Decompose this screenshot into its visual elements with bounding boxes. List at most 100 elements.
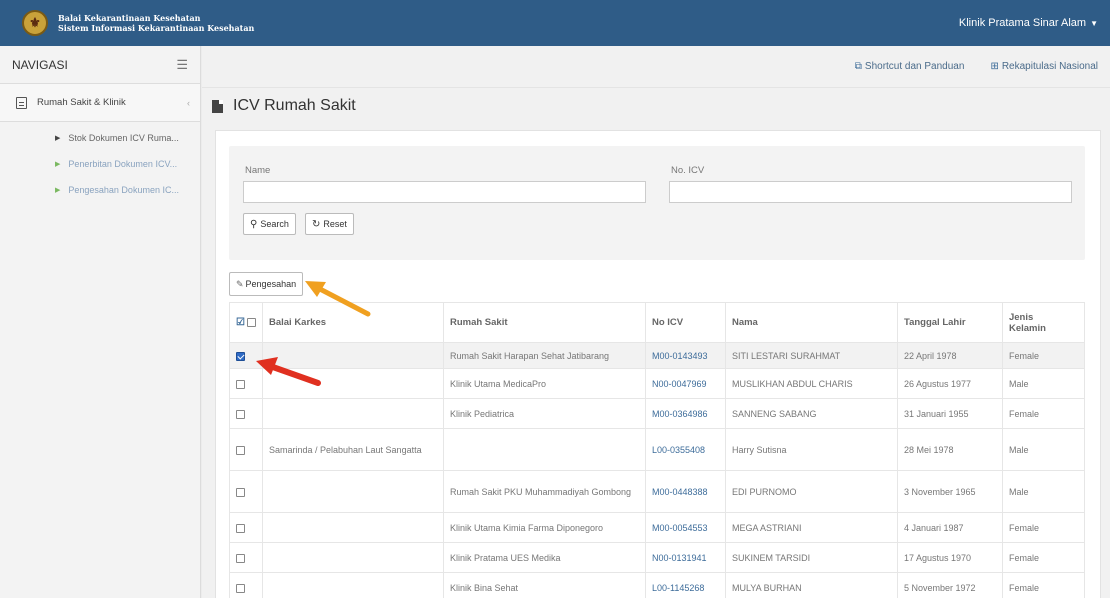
table-body: Rumah Sakit Harapan Sehat Jatibarang M00-… [229,342,1086,598]
cell-jk: Female [1001,512,1086,543]
icv-label: No. ICV [671,165,705,176]
cell-icv[interactable]: M00-0364986 [644,398,726,429]
cell-balai [261,512,444,543]
external-link-icon: ⧉ [854,61,862,72]
table-row[interactable]: Samarinda / Pelabuhan Laut Sangatta L00-0… [229,428,1086,471]
search-button[interactable]: ⚲ Search [243,213,296,235]
pengesahan-button[interactable]: ✎ Pengesahan [229,272,304,296]
cell-icv[interactable]: L00-0355408 [644,428,726,471]
cell-icv[interactable]: M00-0448388 [644,470,726,513]
reset-button-label: Reset [323,219,347,229]
row-checkbox[interactable] [236,487,245,497]
table-header-row: ☑ Balai Karkes Rumah Sakit No ICV Nama T… [229,302,1086,343]
cell-jk: Female [1001,572,1086,598]
table-row[interactable]: Klinik Utama MedicaPro N00-0047969 MUSLIKH… [229,368,1086,399]
cell-tgl: 31 Januari 1955 [896,398,1003,429]
cell-icv[interactable]: N00-0047969 [644,368,726,399]
row-checkbox[interactable] [236,445,245,455]
cell-rs: Klinik Pediatrica [442,398,646,429]
row-checkbox[interactable] [236,553,245,563]
rekap-link[interactable]: ⊞ Rekapitulasi Nasional [990,61,1098,72]
cell-jk: Male [1001,368,1086,399]
row-checkbox[interactable] [236,351,245,361]
user-menu[interactable]: Klinik Pratama Sinar Alam ▼ [959,17,1098,29]
row-checkbox[interactable] [236,379,245,389]
row-select-cell[interactable] [229,368,263,399]
cell-balai [261,572,444,598]
hamburger-icon[interactable]: ☰ [176,57,188,73]
row-select-cell[interactable] [229,572,263,598]
sidebar-item-stok[interactable]: ▶ Stok Dokumen ICV Ruma... [0,125,200,151]
row-select-cell[interactable] [229,512,263,543]
cell-rs: Rumah Sakit Harapan Sehat Jatibarang [442,342,646,369]
col-jk: Jenis Kelamin [1001,302,1086,343]
table-row[interactable]: Rumah Sakit Harapan Sehat Jatibarang M00-… [229,342,1086,369]
row-select-cell[interactable] [229,342,263,369]
pengesahan-label: Pengesahan [245,279,297,289]
sidebar-item-penerbitan[interactable]: ▶ Penerbitan Dokumen ICV... [0,151,200,177]
row-select-cell[interactable] [229,428,263,471]
rekap-label: Rekapitulasi Nasional [1001,61,1098,72]
chart-icon: ⊞ [990,61,999,72]
table-row[interactable]: Klinik Pediatrica M00-0364986 SANNENG SABA… [229,398,1086,429]
icv-input[interactable] [669,181,1072,203]
cell-nama: SUKINEM TARSIDI [724,542,898,573]
cell-nama: Harry Sutisna [724,428,898,471]
row-select-cell[interactable] [229,542,263,573]
caret-down-icon: ▼ [1090,19,1098,28]
name-input[interactable] [243,181,646,203]
cell-tgl: 4 Januari 1987 [896,512,1003,543]
row-checkbox[interactable] [236,523,245,533]
icv-table: ☑ Balai Karkes Rumah Sakit No ICV Nama T… [229,302,1086,598]
table-row[interactable]: Klinik Bina Sehat L00-1145268 MULYA BURHAN… [229,572,1086,598]
cell-icv[interactable]: L00-1145268 [644,572,726,598]
cell-jk: Female [1001,542,1086,573]
user-menu-label: Klinik Pratama Sinar Alam [958,17,1087,29]
sidebar: NAVIGASI ☰ Rumah Sakit & Klinik ‹ ▶ Stok… [0,46,201,598]
cell-rs [442,428,646,471]
cell-balai [261,398,444,429]
triangle-right-icon: ▶ [55,187,61,194]
checked-box-icon: ☑ [236,317,245,328]
cell-rs: Klinik Utama Kimia Farma Diponegoro [442,512,646,543]
cell-tgl: 28 Mei 1978 [896,428,1003,471]
document-icon [212,99,223,113]
building-icon [16,96,27,109]
row-select-cell[interactable] [229,398,263,429]
reset-button[interactable]: ↻ Reset [305,213,354,235]
shortcut-link[interactable]: ⧉ Shortcut dan Panduan [855,61,965,72]
cell-icv[interactable]: N00-0131941 [644,542,726,573]
sidebar-item-pengesahan[interactable]: ▶ Pengesahan Dokumen IC... [0,177,200,203]
row-select-cell[interactable] [229,470,263,513]
cell-jk: Male [1001,428,1086,471]
cell-tgl: 3 November 1965 [896,470,1003,513]
cell-balai [261,470,444,513]
cell-icv[interactable]: M00-0054553 [644,512,726,543]
row-checkbox[interactable] [236,583,245,593]
brand: Balai Kekarantinaan Kesehatan Sistem Inf… [58,13,254,33]
cell-balai [261,368,444,399]
quick-links: ⧉ Shortcut dan Panduan ⊞ Rekapitulasi Nasi… [202,46,1110,88]
cell-tgl: 5 November 1972 [896,572,1003,598]
page-title: ICV Rumah Sakit [233,97,356,114]
col-tgl: Tanggal Lahir [896,302,1003,343]
triangle-right-icon: ▶ [55,161,61,168]
table-row[interactable]: Rumah Sakit PKU Muhammadiyah Gombong M00-… [229,470,1086,513]
cell-jk: Female [1001,398,1086,429]
cell-nama: MUSLIKHAN ABDUL CHARIS [724,368,898,399]
select-all-header[interactable]: ☑ [229,302,263,343]
sidebar-group-rumah-sakit[interactable]: Rumah Sakit & Klinik ‹ [0,84,200,122]
main-content: ⧉ Shortcut dan Panduan ⊞ Rekapitulasi Nasi… [202,46,1110,598]
sidebar-item-label: Stok Dokumen ICV Ruma... [68,133,179,143]
table-row[interactable]: Klinik Utama Kimia Farma Diponegoro M00-0… [229,512,1086,543]
cell-icv[interactable]: M00-0143493 [644,342,726,369]
sidebar-item-label: Pengesahan Dokumen IC... [68,185,179,195]
emblem-icon: ⚜ [22,10,48,36]
row-checkbox[interactable] [236,409,245,419]
table-row[interactable]: Klinik Pratama UES Medika N00-0131941 SUKI… [229,542,1086,573]
top-header: ⚜ Balai Kekarantinaan Kesehatan Sistem I… [0,0,1110,46]
refresh-icon: ↻ [312,218,321,230]
col-jk-line1: Jenis [1008,311,1034,323]
select-all-checkbox[interactable] [246,318,256,327]
search-button-label: Search [260,219,289,229]
